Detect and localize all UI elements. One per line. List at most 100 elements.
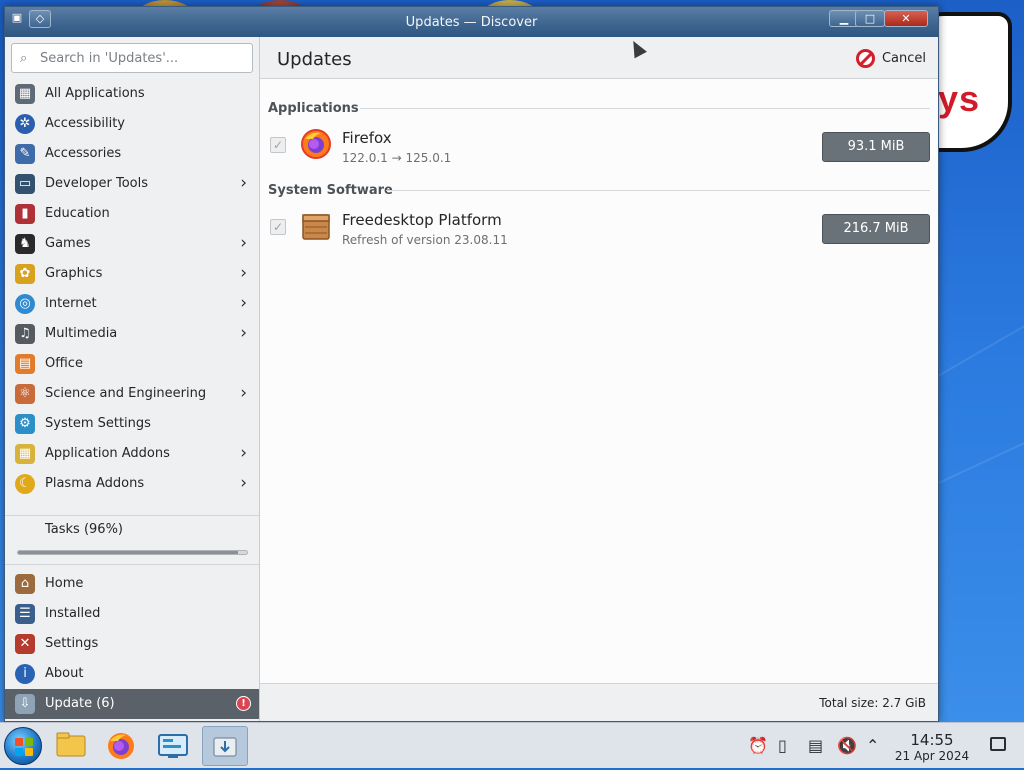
update-row-firefox[interactable]: ✓ Firefox 122.0.1 → 125.0.1 93.1 MiB xyxy=(260,123,938,177)
sidebar-item-office[interactable]: ▤ Office xyxy=(5,349,259,379)
multimedia-icon: ♫ xyxy=(15,324,35,344)
sidebar-item-label: About xyxy=(45,666,83,681)
sidebar-item-graphics[interactable]: ✿ Graphics › xyxy=(5,259,259,289)
sidebar-item-about[interactable]: i About xyxy=(5,659,259,689)
sidebar-item-label: Internet xyxy=(45,296,97,311)
sidebar-item-label: Developer Tools xyxy=(45,176,148,191)
clock-date[interactable]: 21 Apr 2024 xyxy=(892,749,972,763)
show-desktop-icon[interactable] xyxy=(990,737,1006,751)
total-size: Total size: 2.7 GiB xyxy=(819,696,926,710)
sidebar-item-label: Plasma Addons xyxy=(45,476,144,491)
education-icon: ▮ xyxy=(15,204,35,224)
sidebar-item-installed[interactable]: ☰ Installed xyxy=(5,599,259,629)
sidebar-item-accessories[interactable]: ✎ Accessories xyxy=(5,139,259,169)
chevron-right-icon: › xyxy=(240,323,247,343)
footer-bar: Total size: 2.7 GiB xyxy=(260,683,938,721)
sidebar-item-all-applications[interactable]: ▦ All Applications xyxy=(5,79,259,109)
close-button[interactable]: ✕ xyxy=(884,10,928,27)
update-checkbox[interactable]: ✓ xyxy=(270,137,286,153)
update-size-bar: 93.1 MiB xyxy=(822,132,930,162)
minimize-icon: ▁ xyxy=(840,12,848,25)
update-version: Refresh of version 23.08.11 xyxy=(342,233,508,247)
chevron-up-icon[interactable]: ⌃ xyxy=(866,736,879,755)
sidebar-divider xyxy=(5,564,259,565)
search-box[interactable]: ⌕ xyxy=(11,43,253,73)
office-icon: ▤ xyxy=(15,354,35,374)
sidebar-item-application-addons[interactable]: ▦ Application Addons › xyxy=(5,439,259,469)
tasks-label[interactable]: Tasks (96%) xyxy=(45,522,123,537)
clipboard-icon[interactable]: ▯ xyxy=(778,736,787,755)
category-list: ▦ All Applications ✲ Accessibility ✎ Acc… xyxy=(5,79,259,499)
main-header: Updates Cancel xyxy=(260,37,938,79)
sidebar-item-label: Multimedia xyxy=(45,326,117,341)
update-size: 216.7 MiB xyxy=(843,221,908,236)
sidebar-item-plasma-addons[interactable]: ☾ Plasma Addons › xyxy=(5,469,259,499)
notifications-icon[interactable]: ⏰ xyxy=(748,736,768,755)
discover-icon xyxy=(203,727,247,765)
chevron-right-icon: › xyxy=(240,473,247,493)
taskbar-app-file-manager[interactable] xyxy=(50,726,92,766)
bubble-text: ys xyxy=(938,78,980,120)
accessories-icon: ✎ xyxy=(15,144,35,164)
sidebar-item-label: Graphics xyxy=(45,266,102,281)
taskbar-app-firefox[interactable] xyxy=(100,726,142,766)
sidebar-item-label: Education xyxy=(45,206,110,221)
clock-time[interactable]: 14:55 xyxy=(900,731,964,749)
games-icon: ♞ xyxy=(15,234,35,254)
section-divider xyxy=(360,108,930,109)
sidebar-item-update[interactable]: ⇩ Update (6) ! xyxy=(5,689,259,719)
volume-muted-icon[interactable]: 🔇 xyxy=(837,736,857,755)
sidebar-item-science-and-engineering[interactable]: ⚛ Science and Engineering › xyxy=(5,379,259,409)
sidebar-item-label: Update (6) xyxy=(45,696,115,711)
main-panel: Updates Cancel Applications ✓ Firefox 12… xyxy=(259,37,938,721)
firefox-icon xyxy=(301,129,331,159)
sidebar-item-system-settings[interactable]: ⚙ System Settings xyxy=(5,409,259,439)
section-divider xyxy=(386,190,930,191)
search-input[interactable] xyxy=(38,48,248,68)
search-icon: ⌕ xyxy=(20,51,27,66)
chevron-right-icon: › xyxy=(240,383,247,403)
about-icon: i xyxy=(15,664,35,684)
sidebar-item-settings[interactable]: ✕ Settings xyxy=(5,629,259,659)
sidebar-item-accessibility[interactable]: ✲ Accessibility xyxy=(5,109,259,139)
update-checkbox[interactable]: ✓ xyxy=(270,219,286,235)
system-settings-icon: ⚙ xyxy=(15,414,35,434)
tasks-progress-bar xyxy=(17,550,248,555)
maximize-icon: □ xyxy=(865,12,875,25)
sidebar-item-label: All Applications xyxy=(45,86,145,101)
chevron-right-icon: › xyxy=(240,233,247,253)
update-row-freedesktop-platform[interactable]: ✓ Freedesktop Platform Refresh of versio… xyxy=(260,205,938,259)
sidebar-item-label: System Settings xyxy=(45,416,151,431)
sidebar-bottom-list: ⌂ Home ☰ Installed ✕ Settings i About xyxy=(5,569,259,689)
sidebar-item-label: Application Addons xyxy=(45,446,170,461)
sidebar-item-games[interactable]: ♞ Games › xyxy=(5,229,259,259)
update-size: 93.1 MiB xyxy=(848,139,905,154)
start-button[interactable] xyxy=(4,727,42,765)
sidebar-item-label: Games xyxy=(45,236,90,251)
sidebar-item-developer-tools[interactable]: ▭ Developer Tools › xyxy=(5,169,259,199)
sidebar-item-label: Accessibility xyxy=(45,116,125,131)
update-icon: ⇩ xyxy=(15,694,35,714)
developer-tools-icon: ▭ xyxy=(15,174,35,194)
maximize-button[interactable]: □ xyxy=(855,10,885,27)
discover-window: ▣ ◇ Updates — Discover ▁ □ ✕ ⌕ ▦ All App… xyxy=(4,6,939,722)
section-title-applications: Applications xyxy=(268,101,359,116)
graphics-icon: ✿ xyxy=(15,264,35,284)
page-title: Updates xyxy=(277,49,352,70)
taskbar-app-discover[interactable] xyxy=(202,726,248,766)
tasks-progress-fill xyxy=(18,551,238,554)
sidebar-item-home[interactable]: ⌂ Home xyxy=(5,569,259,599)
settings-icon: ✕ xyxy=(15,634,35,654)
taskbar-app-system-settings[interactable] xyxy=(152,726,194,766)
sidebar-item-education[interactable]: ▮ Education xyxy=(5,199,259,229)
sidebar-item-multimedia[interactable]: ♫ Multimedia › xyxy=(5,319,259,349)
printer-icon[interactable]: ▤ xyxy=(808,736,823,755)
cancel-button[interactable]: Cancel xyxy=(856,48,926,70)
chevron-right-icon: › xyxy=(240,443,247,463)
titlebar[interactable]: ▣ ◇ Updates — Discover ▁ □ ✕ xyxy=(5,7,938,37)
sidebar-item-internet[interactable]: ◎ Internet › xyxy=(5,289,259,319)
section-title-system-software: System Software xyxy=(268,183,393,198)
application-addons-icon: ▦ xyxy=(15,444,35,464)
installed-icon: ☰ xyxy=(15,604,35,624)
sidebar-divider xyxy=(5,515,259,516)
